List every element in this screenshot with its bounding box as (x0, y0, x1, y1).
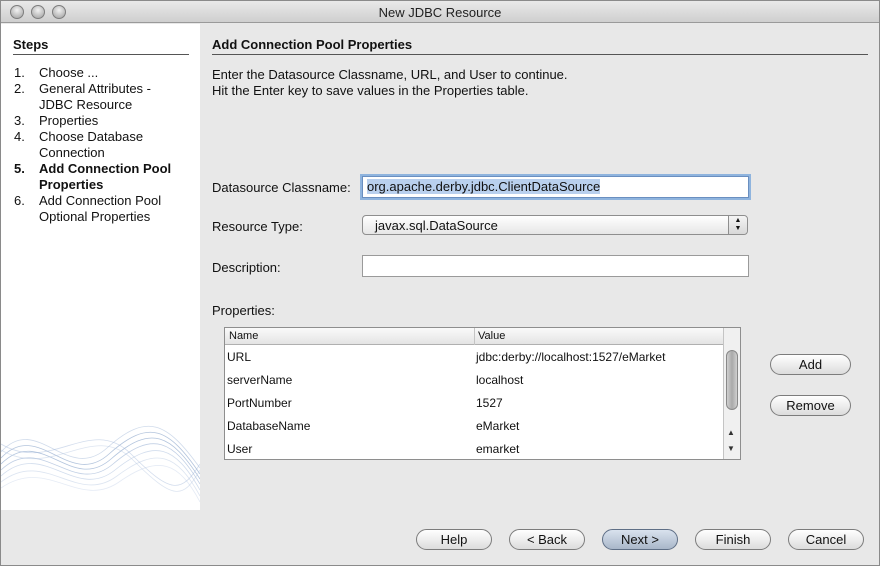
scroll-up-arrow-icon[interactable]: ▲ (727, 428, 735, 437)
description-field[interactable] (362, 255, 749, 277)
window-title: New JDBC Resource (378, 5, 502, 20)
properties-label: Properties: (212, 303, 275, 318)
column-header-value[interactable]: Value (478, 330, 505, 342)
step-number: 1. (14, 65, 25, 80)
table-row[interactable]: URL jdbc:derby://localhost:1527/eMarket (225, 346, 723, 369)
step-label: Choose ... (39, 65, 99, 80)
next-button[interactable]: Next > (602, 529, 678, 550)
property-name: User (227, 442, 253, 456)
property-value: eMarket (476, 419, 520, 433)
property-value: jdbc:derby://localhost:1527/eMarket (476, 350, 666, 364)
table-header: Name Value (225, 328, 723, 345)
combo-arrows-icon: ▲ ▼ (728, 216, 747, 234)
table-row[interactable]: PortNumber 1527 (225, 392, 723, 415)
cancel-button[interactable]: Cancel (788, 529, 864, 550)
page-title: Add Connection Pool Properties (212, 37, 868, 55)
scrollbar-thumb[interactable] (726, 350, 738, 410)
classname-label: Datasource Classname: (212, 180, 351, 195)
step-label: Properties (39, 113, 99, 128)
resource-type-label: Resource Type: (212, 219, 303, 234)
step-label: Add Connection Pool Optional Properties (39, 193, 162, 224)
table-scrollbar[interactable]: ▲ ▼ (723, 328, 740, 459)
step-number: 6. (14, 193, 25, 208)
instruction-text: Enter the Datasource Classname, URL, and… (212, 67, 568, 82)
property-value: 1527 (476, 396, 503, 410)
step-label: Add Connection Pool Properties (39, 161, 172, 192)
property-name: DatabaseName (227, 419, 311, 433)
steps-panel: Steps 1. Choose ... 2. General Attribute… (1, 24, 200, 510)
step-label: General Attributes - JDBC Resource (39, 81, 151, 112)
steps-heading: Steps (13, 37, 189, 55)
add-property-button[interactable]: Add (770, 354, 851, 375)
property-name: URL (227, 350, 252, 364)
step-number: 3. (14, 113, 25, 128)
properties-table[interactable]: Name Value URL jdbc:derby://localhost:15… (224, 327, 741, 460)
description-label: Description: (212, 260, 281, 275)
resource-type-value: javax.sql.DataSource (375, 218, 498, 233)
property-value: localhost (476, 373, 524, 387)
step-label: Choose Database Connection (39, 129, 144, 160)
column-header-name[interactable]: Name (229, 330, 258, 342)
step-number: 5. (14, 161, 25, 176)
instruction-text: Hit the Enter key to save values in the … (212, 83, 529, 98)
step-number: 4. (14, 129, 25, 144)
scroll-down-arrow-icon[interactable]: ▼ (727, 444, 735, 453)
dialog-window: New JDBC Resource Steps 1. Choose ... 2.… (0, 0, 880, 566)
back-button[interactable]: < Back (509, 529, 585, 550)
decorative-wave-graphic (1, 425, 200, 503)
title-bar[interactable]: New JDBC Resource (1, 1, 879, 23)
help-button[interactable]: Help (416, 529, 492, 550)
table-row[interactable]: DatabaseName eMarket (225, 415, 723, 438)
classname-field[interactable]: org.apache.derby.jdbc.ClientDataSource (362, 176, 749, 198)
resource-type-select[interactable]: javax.sql.DataSource ▲ ▼ (362, 215, 748, 235)
property-name: PortNumber (227, 396, 292, 410)
remove-property-button[interactable]: Remove (770, 395, 851, 416)
finish-button[interactable]: Finish (695, 529, 771, 550)
column-divider (474, 328, 475, 345)
property-name: serverName (227, 373, 293, 387)
step-number: 2. (14, 81, 25, 96)
property-value: emarket (476, 442, 520, 456)
table-row[interactable]: serverName localhost (225, 369, 723, 392)
table-row[interactable]: User emarket (225, 438, 723, 459)
classname-value: org.apache.derby.jdbc.ClientDataSource (367, 179, 601, 194)
content-panel: Add Connection Pool Properties Enter the… (200, 24, 879, 510)
